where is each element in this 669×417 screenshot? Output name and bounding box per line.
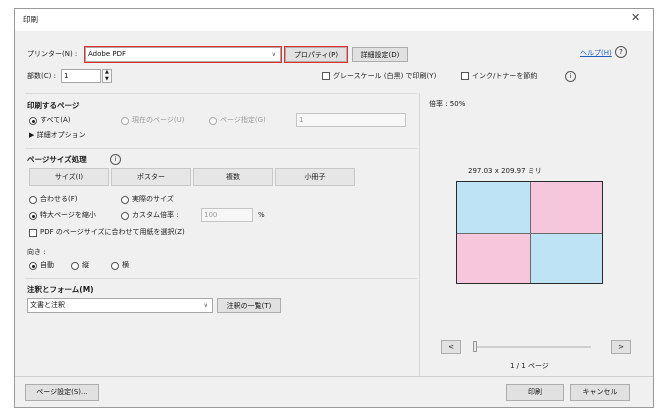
callout-1-highlight [84, 46, 282, 63]
shrink-radio[interactable] [29, 212, 37, 220]
tab-multiple[interactable]: 複数 [193, 168, 273, 186]
sizing-heading: ページサイズ処理 [27, 155, 87, 164]
stepper-down-icon[interactable]: ▼ [105, 76, 109, 82]
tab-poster[interactable]: ポスター [111, 168, 191, 186]
page-range-value: 1 [299, 116, 304, 124]
print-button[interactable]: 印刷 [506, 384, 564, 401]
orientation-landscape-radio[interactable] [111, 262, 119, 270]
custom-scale-label: カスタム倍率 : [132, 211, 179, 219]
pages-heading: 印刷するページ [27, 101, 80, 110]
ink-save-checkbox[interactable] [461, 72, 469, 80]
close-icon[interactable]: ✕ [631, 12, 640, 23]
current-page-radio[interactable] [121, 117, 129, 125]
advanced-button[interactable]: 詳細設定(D) [352, 47, 408, 62]
annotations-heading: 注釈とフォーム(M) [27, 285, 94, 294]
custom-scale-radio[interactable] [121, 212, 129, 220]
pdf-paper-checkbox[interactable] [29, 229, 37, 237]
stepper-up-icon[interactable]: ▲ [105, 69, 109, 75]
page-slider-track[interactable] [473, 346, 591, 348]
annotation-summary-button[interactable]: 注釈の一覧(T) [217, 298, 281, 313]
pdf-paper-label: PDF のページサイズに合わせて用紙を選択(Z) [40, 228, 185, 236]
copies-stepper[interactable]: ▲ ▼ [102, 69, 112, 83]
copies-input[interactable]: 1 [61, 69, 101, 83]
prev-page-button[interactable]: < [441, 340, 461, 354]
page-range-label: ページ指定(G) [220, 116, 266, 124]
callout-2-highlight [284, 46, 348, 63]
section-separator [25, 93, 417, 94]
help-icon[interactable]: ? [615, 46, 627, 58]
orientation-portrait-label: 縦 [82, 261, 89, 269]
cancel-button[interactable]: キャンセル [570, 384, 630, 401]
orientation-landscape-label: 横 [122, 261, 129, 269]
annotations-select[interactable]: 文書と注釈 ∨ [27, 298, 213, 313]
annotations-select-value: 文書と注釈 [30, 301, 65, 309]
orientation-auto-label: 自動 [40, 261, 54, 269]
page-range-input[interactable]: 1 [296, 113, 406, 127]
current-page-label: 現在のページ(U) [132, 116, 185, 124]
grayscale-checkbox[interactable] [322, 72, 330, 80]
next-page-button[interactable]: > [611, 340, 631, 354]
preview-tile [457, 182, 530, 233]
page-preview [456, 181, 603, 284]
actual-size-radio[interactable] [121, 196, 129, 204]
all-pages-radio[interactable] [29, 117, 37, 125]
copies-value: 1 [64, 72, 69, 80]
section-separator [25, 278, 417, 279]
page-count: 1 / 1 ページ [510, 362, 549, 370]
custom-scale-input[interactable]: 100 [201, 208, 253, 222]
fit-radio[interactable] [29, 196, 37, 204]
orientation-portrait-radio[interactable] [71, 262, 79, 270]
actual-size-label: 実際のサイズ [132, 195, 174, 203]
copies-label: 部数(C) : [27, 72, 56, 80]
preview-scale: 倍率 : 50% [429, 100, 466, 108]
page-setup-button[interactable]: ページ設定(S)... [25, 384, 99, 401]
sizing-info-icon[interactable]: i [110, 154, 121, 165]
page-range-radio[interactable] [209, 117, 217, 125]
section-separator [25, 148, 417, 149]
preview-size: 297.03 x 209.97 ミリ [468, 167, 542, 175]
grayscale-label: グレースケール (白黒) で印刷(Y) [333, 72, 437, 80]
footer-separator [15, 376, 653, 377]
panel-divider [419, 93, 420, 376]
print-dialog: 印刷 ✕ プリンター(N) : Adobe PDF ∨ プロパティ(P) 詳細設… [14, 8, 654, 408]
info-icon[interactable]: i [565, 71, 576, 82]
chevron-down-icon: ∨ [203, 302, 208, 309]
all-pages-label: すべて(A) [40, 116, 71, 124]
preview-tile [530, 182, 602, 233]
more-options-link[interactable]: ▶ 詳細オプション [29, 131, 86, 140]
orientation-auto-radio[interactable] [29, 262, 37, 270]
help-link[interactable]: ヘルプ(H) [580, 49, 612, 58]
orientation-heading: 向き : [27, 248, 46, 256]
page-slider-thumb[interactable] [473, 341, 477, 352]
ink-save-label: インク/トナーを節約 [472, 72, 538, 80]
fit-label: 合わせる(F) [40, 195, 78, 203]
custom-scale-value: 100 [204, 211, 218, 219]
tab-size[interactable]: サイズ(I) [29, 168, 109, 186]
preview-tile [530, 233, 602, 283]
tab-booklet[interactable]: 小冊子 [275, 168, 355, 186]
percent-label: % [258, 211, 265, 219]
window-title: 印刷 [23, 15, 38, 24]
preview-tile-divider [457, 233, 602, 234]
preview-tile [457, 233, 530, 283]
shrink-label: 特大ページを縮小 [40, 211, 96, 219]
printer-label: プリンター(N) : [27, 50, 78, 58]
title-bar: 印刷 ✕ [15, 9, 653, 31]
